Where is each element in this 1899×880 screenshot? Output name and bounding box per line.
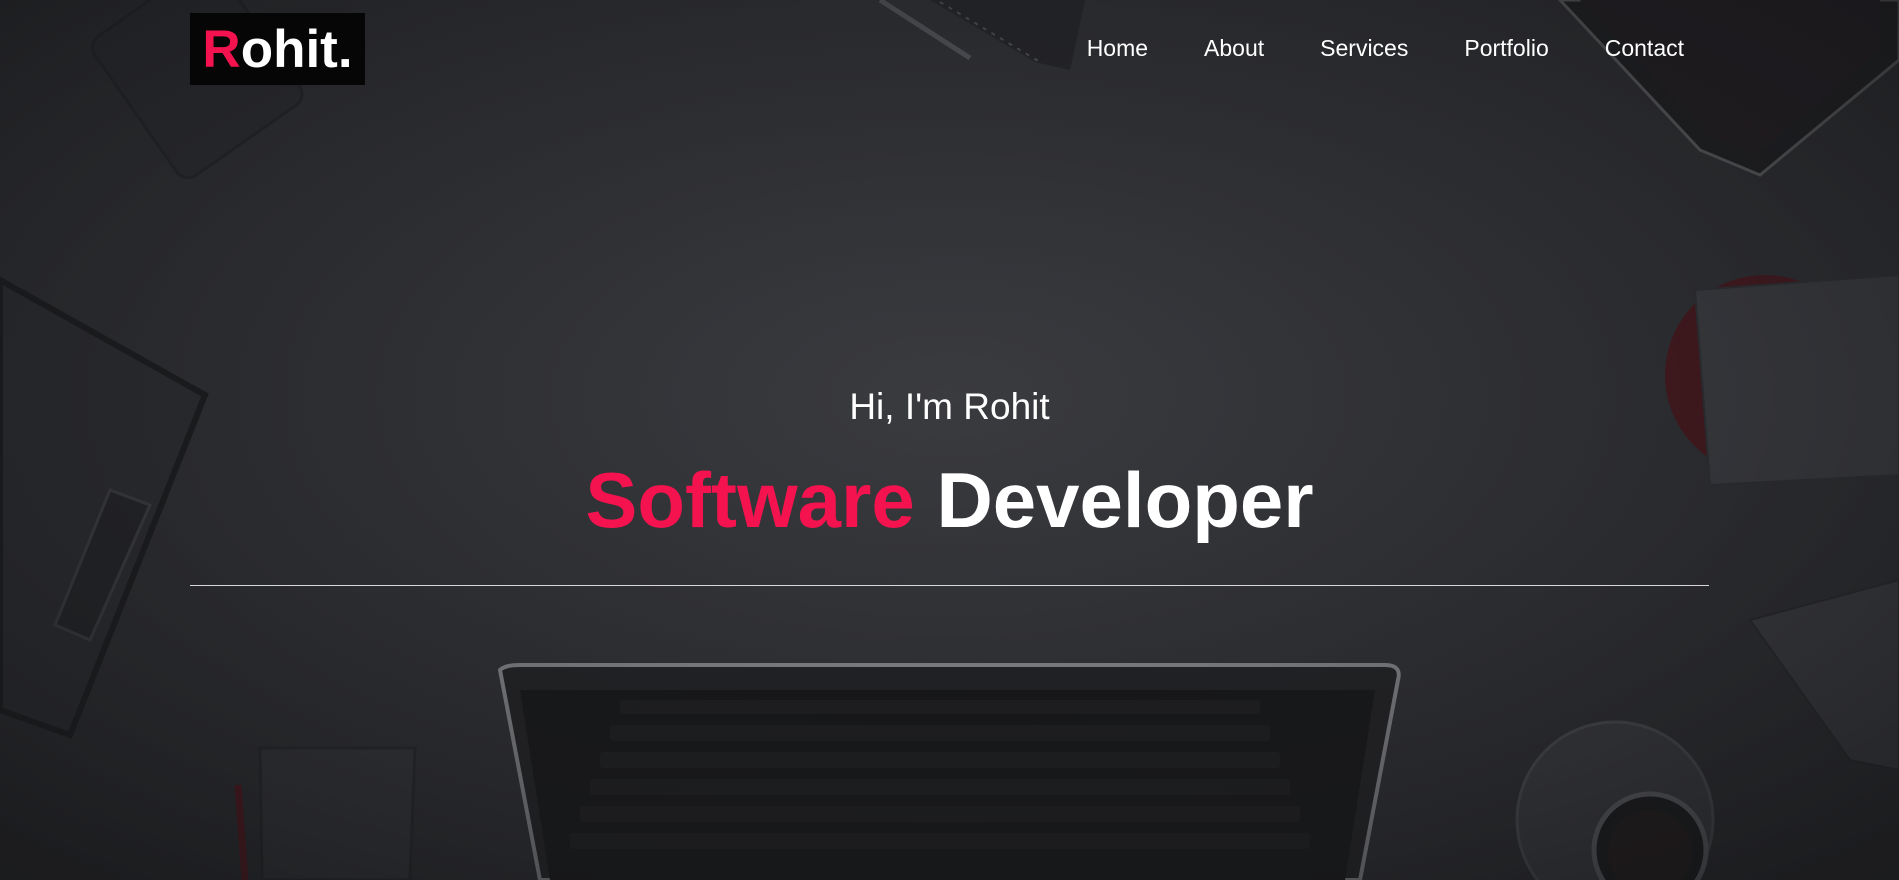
- hero-section: Rohit. Home About Services Portfolio Con…: [0, 0, 1899, 880]
- desk-background-image: [0, 0, 1899, 880]
- logo-initial: R: [202, 19, 241, 79]
- hero-headline: Software Developer: [0, 455, 1899, 545]
- nav-about-link[interactable]: About: [1204, 34, 1264, 62]
- hero-divider: [190, 585, 1709, 586]
- hero-greeting: Hi, I'm Rohit: [849, 386, 1050, 427]
- headline-rest-word: Developer: [936, 456, 1314, 544]
- logo-text: ohit.: [240, 19, 353, 79]
- nav-home-link[interactable]: Home: [1087, 34, 1148, 62]
- nav-contact-link[interactable]: Contact: [1605, 34, 1684, 62]
- main-navigation: Home About Services Portfolio Contact: [1031, 34, 1684, 62]
- nav-services-link[interactable]: Services: [1320, 34, 1408, 62]
- nav-portfolio-link[interactable]: Portfolio: [1464, 34, 1548, 62]
- headline-accent-word: Software: [585, 456, 915, 544]
- brand-logo[interactable]: Rohit.: [190, 13, 365, 85]
